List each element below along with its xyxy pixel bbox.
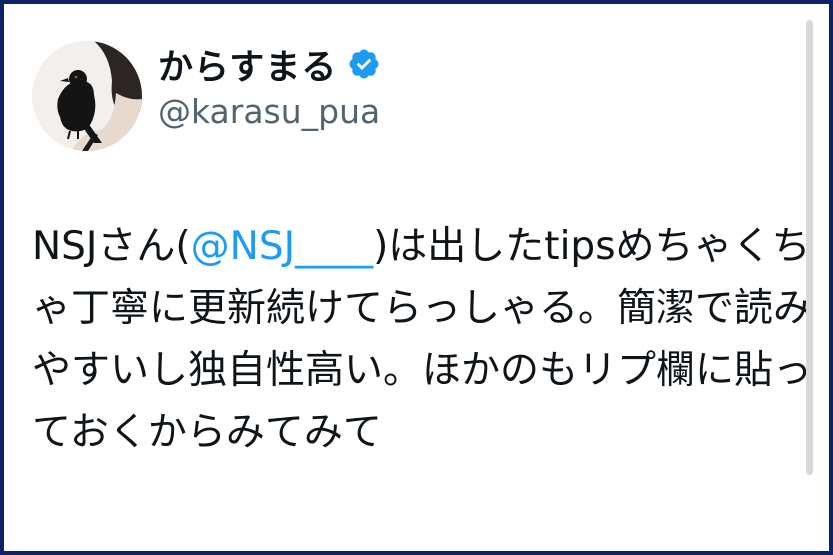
user-handle[interactable]: @karasu_pua bbox=[158, 92, 380, 131]
display-name[interactable]: からすまる bbox=[158, 39, 337, 90]
crow-avatar-icon bbox=[32, 41, 142, 151]
mention-link[interactable]: @NSJ____ bbox=[191, 224, 373, 269]
tweet-text: NSJさん(@NSJ____)は出したtipsめちゃくちゃ丁寧に更新続けてらっし… bbox=[32, 216, 812, 464]
verified-badge-icon bbox=[347, 47, 381, 81]
avatar[interactable] bbox=[32, 41, 142, 151]
name-row: からすまる bbox=[158, 36, 381, 92]
tweet-text-part: NSJさん( bbox=[32, 224, 191, 269]
tweet-card: からすまる @karasu_pua NSJさん(@NSJ____)は出したtip… bbox=[10, 10, 821, 551]
screenshot-frame: からすまる @karasu_pua NSJさん(@NSJ____)は出したtip… bbox=[0, 0, 833, 555]
scrollbar[interactable] bbox=[806, 20, 813, 475]
